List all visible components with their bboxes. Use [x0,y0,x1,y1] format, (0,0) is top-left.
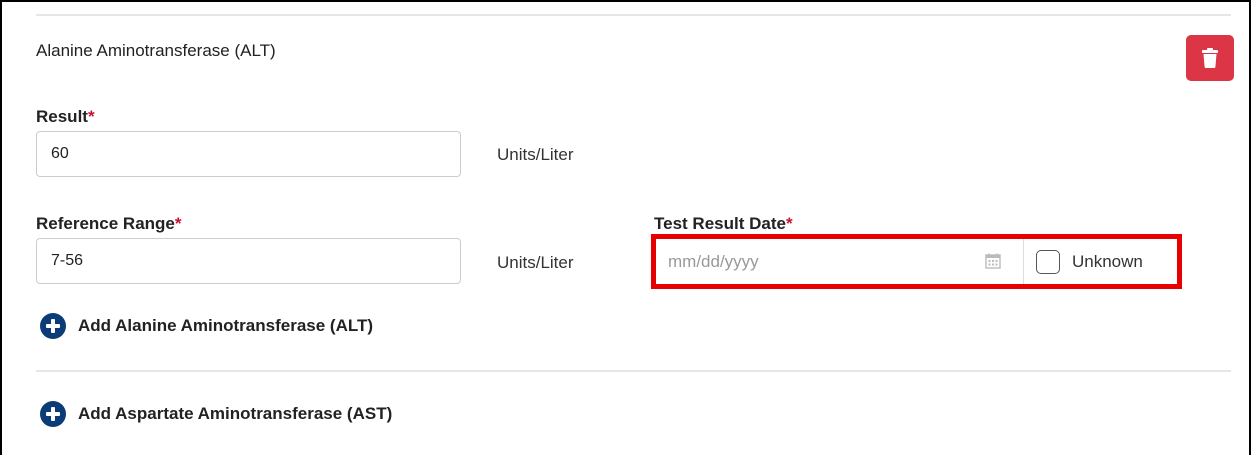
plus-circle-icon [40,313,66,339]
section-divider [36,370,1231,372]
date-placeholder: mm/dd/yyyy [668,251,759,271]
test-result-date-input[interactable]: mm/dd/yyyy [656,239,1024,284]
unknown-checkbox[interactable] [1036,249,1060,274]
section-title: Alanine Aminotransferase (ALT) [36,41,276,60]
add-ast-label: Add Aspartate Aminotransferase (AST) [78,404,393,423]
result-unit: Units/Liter [497,145,574,164]
form-panel [0,0,1251,455]
test-result-date-label: Test Result Date* [654,214,793,233]
calendar-icon[interactable] [985,253,1001,269]
add-alt-label: Add Alanine Aminotransferase (ALT) [78,316,374,335]
section-divider-top [36,14,1231,16]
reference-range-label: Reference Range* [36,214,182,233]
test-result-date-highlight: mm/dd/yyyy Unknown [651,234,1182,289]
delete-button[interactable] [1186,35,1234,81]
reference-range-input[interactable]: 7-56 [36,238,461,284]
add-ast-button[interactable]: Add Aspartate Aminotransferase (AST) [40,401,392,427]
result-input[interactable]: 60 [36,131,461,177]
add-alt-button[interactable]: Add Alanine Aminotransferase (ALT) [40,313,373,339]
unknown-option[interactable]: Unknown [1036,239,1143,284]
unknown-label: Unknown [1072,251,1143,271]
plus-circle-icon [40,401,66,427]
result-label: Result* [36,107,95,126]
reference-range-unit: Units/Liter [497,253,574,272]
trash-icon [1202,48,1218,68]
